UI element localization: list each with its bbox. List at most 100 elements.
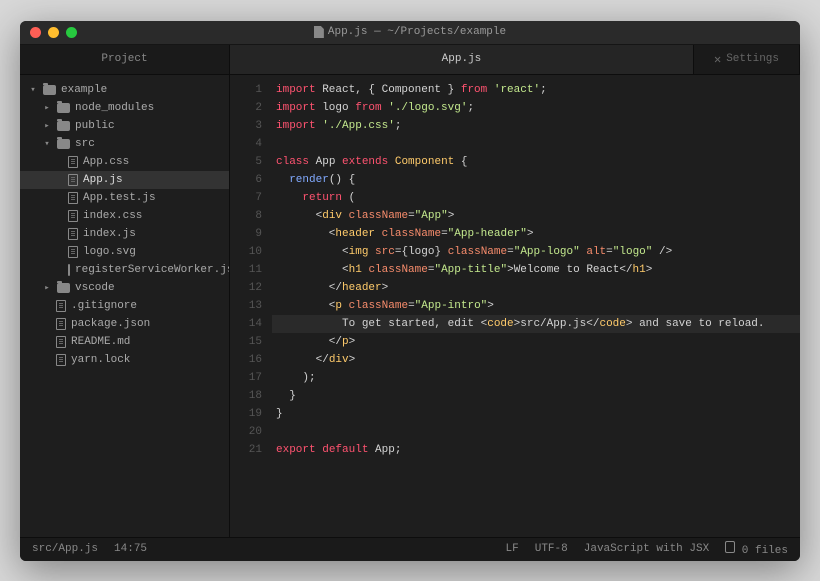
tree-label: yarn.lock — [71, 354, 130, 366]
tree-label: public — [75, 120, 115, 132]
line-number: 13 — [230, 297, 262, 315]
chevron-right-icon: ▸ — [42, 121, 52, 131]
line-number: 12 — [230, 279, 262, 297]
line-number: 10 — [230, 243, 262, 261]
tree-label: README.md — [71, 336, 130, 348]
tree-label: package.json — [71, 318, 150, 330]
code-line: <p className="App-intro"> — [272, 297, 800, 315]
tab-bar: Project App.js ✕ Settings — [20, 45, 800, 75]
wrench-icon: ✕ — [714, 52, 721, 67]
code-line: render() { — [272, 171, 800, 189]
code-line: import React, { Component } from 'react'… — [272, 81, 800, 99]
tree-file[interactable]: package.json — [20, 315, 229, 333]
line-number: 21 — [230, 441, 262, 459]
tree-label: src — [75, 138, 95, 150]
file-icon — [68, 228, 78, 240]
tree-file[interactable]: index.js — [20, 225, 229, 243]
code-line: export default App; — [272, 441, 800, 459]
tree-label: App.css — [83, 156, 129, 168]
chevron-right-icon: ▸ — [42, 283, 52, 293]
status-language[interactable]: JavaScript with JSX — [584, 543, 709, 555]
file-icon — [68, 264, 70, 276]
file-icon — [68, 156, 78, 168]
tree-label: vscode — [75, 282, 115, 294]
tab-file[interactable]: App.js — [230, 45, 694, 74]
tree-file[interactable]: registerServiceWorker.js — [20, 261, 229, 279]
folder-icon — [57, 121, 70, 131]
code-line-current: To get started, edit <code>src/App.js</c… — [272, 315, 800, 333]
code-line: } — [272, 387, 800, 405]
line-number: 4 — [230, 135, 262, 153]
line-number: 18 — [230, 387, 262, 405]
code-line — [272, 423, 800, 441]
file-icon — [68, 174, 78, 186]
status-files[interactable]: 0 files — [725, 541, 788, 557]
tree-vscode[interactable]: ▸ vscode — [20, 279, 229, 297]
file-icon — [68, 192, 78, 204]
tree-file[interactable]: yarn.lock — [20, 351, 229, 369]
project-tree: ▾ example ▸node_modules ▸ public ▾src App.… — [20, 75, 230, 537]
code-content[interactable]: import React, { Component } from 'react'… — [272, 75, 800, 537]
line-gutter: 1 2 3 4 5 6 7 8 9 10 11 12 13 14 15 16 1… — [230, 75, 272, 537]
tree-file[interactable]: App.css — [20, 153, 229, 171]
tab-project[interactable]: Project — [20, 45, 230, 74]
code-line: </p> — [272, 333, 800, 351]
status-cursor[interactable]: 14:75 — [114, 543, 147, 555]
tree-label: example — [61, 84, 107, 96]
tree-label: App.test.js — [83, 192, 156, 204]
file-icon — [56, 336, 66, 348]
tree-file[interactable]: .gitignore — [20, 297, 229, 315]
code-editor[interactable]: 1 2 3 4 5 6 7 8 9 10 11 12 13 14 15 16 1… — [230, 75, 800, 537]
code-line: ); — [272, 369, 800, 387]
code-line: </div> — [272, 351, 800, 369]
folder-icon — [57, 283, 70, 293]
tree-root[interactable]: ▾ example — [20, 81, 229, 99]
settings-label: Settings — [726, 53, 779, 65]
folder-icon — [43, 85, 56, 95]
file-icon — [56, 300, 66, 312]
code-line: return ( — [272, 189, 800, 207]
tree-file[interactable]: index.css — [20, 207, 229, 225]
tree-public[interactable]: ▸ public — [20, 117, 229, 135]
file-icon — [314, 26, 324, 38]
line-number: 6 — [230, 171, 262, 189]
tree-label: App.js — [83, 174, 123, 186]
line-number: 9 — [230, 225, 262, 243]
file-icon — [68, 210, 78, 222]
tree-file-active[interactable]: App.js — [20, 171, 229, 189]
main-area: ▾ example ▸node_modules ▸ public ▾src App.… — [20, 75, 800, 537]
status-path[interactable]: src/App.js — [32, 543, 98, 555]
line-number: 15 — [230, 333, 262, 351]
file-icon — [56, 318, 66, 330]
code-line: <img src={logo} className="App-logo" alt… — [272, 243, 800, 261]
code-line: import './App.css'; — [272, 117, 800, 135]
status-line-ending[interactable]: LF — [506, 543, 519, 555]
tree-file[interactable]: README.md — [20, 333, 229, 351]
line-number: 2 — [230, 99, 262, 117]
tree-node-modules[interactable]: ▸node_modules — [20, 99, 229, 117]
status-encoding[interactable]: UTF-8 — [535, 543, 568, 555]
title-text: App.js — ~/Projects/example — [328, 26, 506, 38]
folder-icon — [57, 139, 70, 149]
tree-label: .gitignore — [71, 300, 137, 312]
database-icon — [725, 541, 735, 553]
line-number: 14 — [230, 315, 262, 333]
code-line: class App extends Component { — [272, 153, 800, 171]
code-line: </header> — [272, 279, 800, 297]
line-number: 1 — [230, 81, 262, 99]
line-number: 20 — [230, 423, 262, 441]
tree-file[interactable]: App.test.js — [20, 189, 229, 207]
tab-settings[interactable]: ✕ Settings — [694, 45, 800, 74]
code-line: <div className="App"> — [272, 207, 800, 225]
tree-label: registerServiceWorker.js — [75, 264, 230, 276]
tree-file[interactable]: logo.svg — [20, 243, 229, 261]
file-icon — [56, 354, 66, 366]
titlebar: App.js — ~/Projects/example — [20, 21, 800, 45]
status-bar: src/App.js 14:75 LF UTF-8 JavaScript wit… — [20, 537, 800, 561]
code-line: import logo from './logo.svg'; — [272, 99, 800, 117]
chevron-down-icon: ▾ — [28, 85, 38, 95]
code-line: <header className="App-header"> — [272, 225, 800, 243]
line-number: 7 — [230, 189, 262, 207]
line-number: 8 — [230, 207, 262, 225]
tree-src[interactable]: ▾src — [20, 135, 229, 153]
